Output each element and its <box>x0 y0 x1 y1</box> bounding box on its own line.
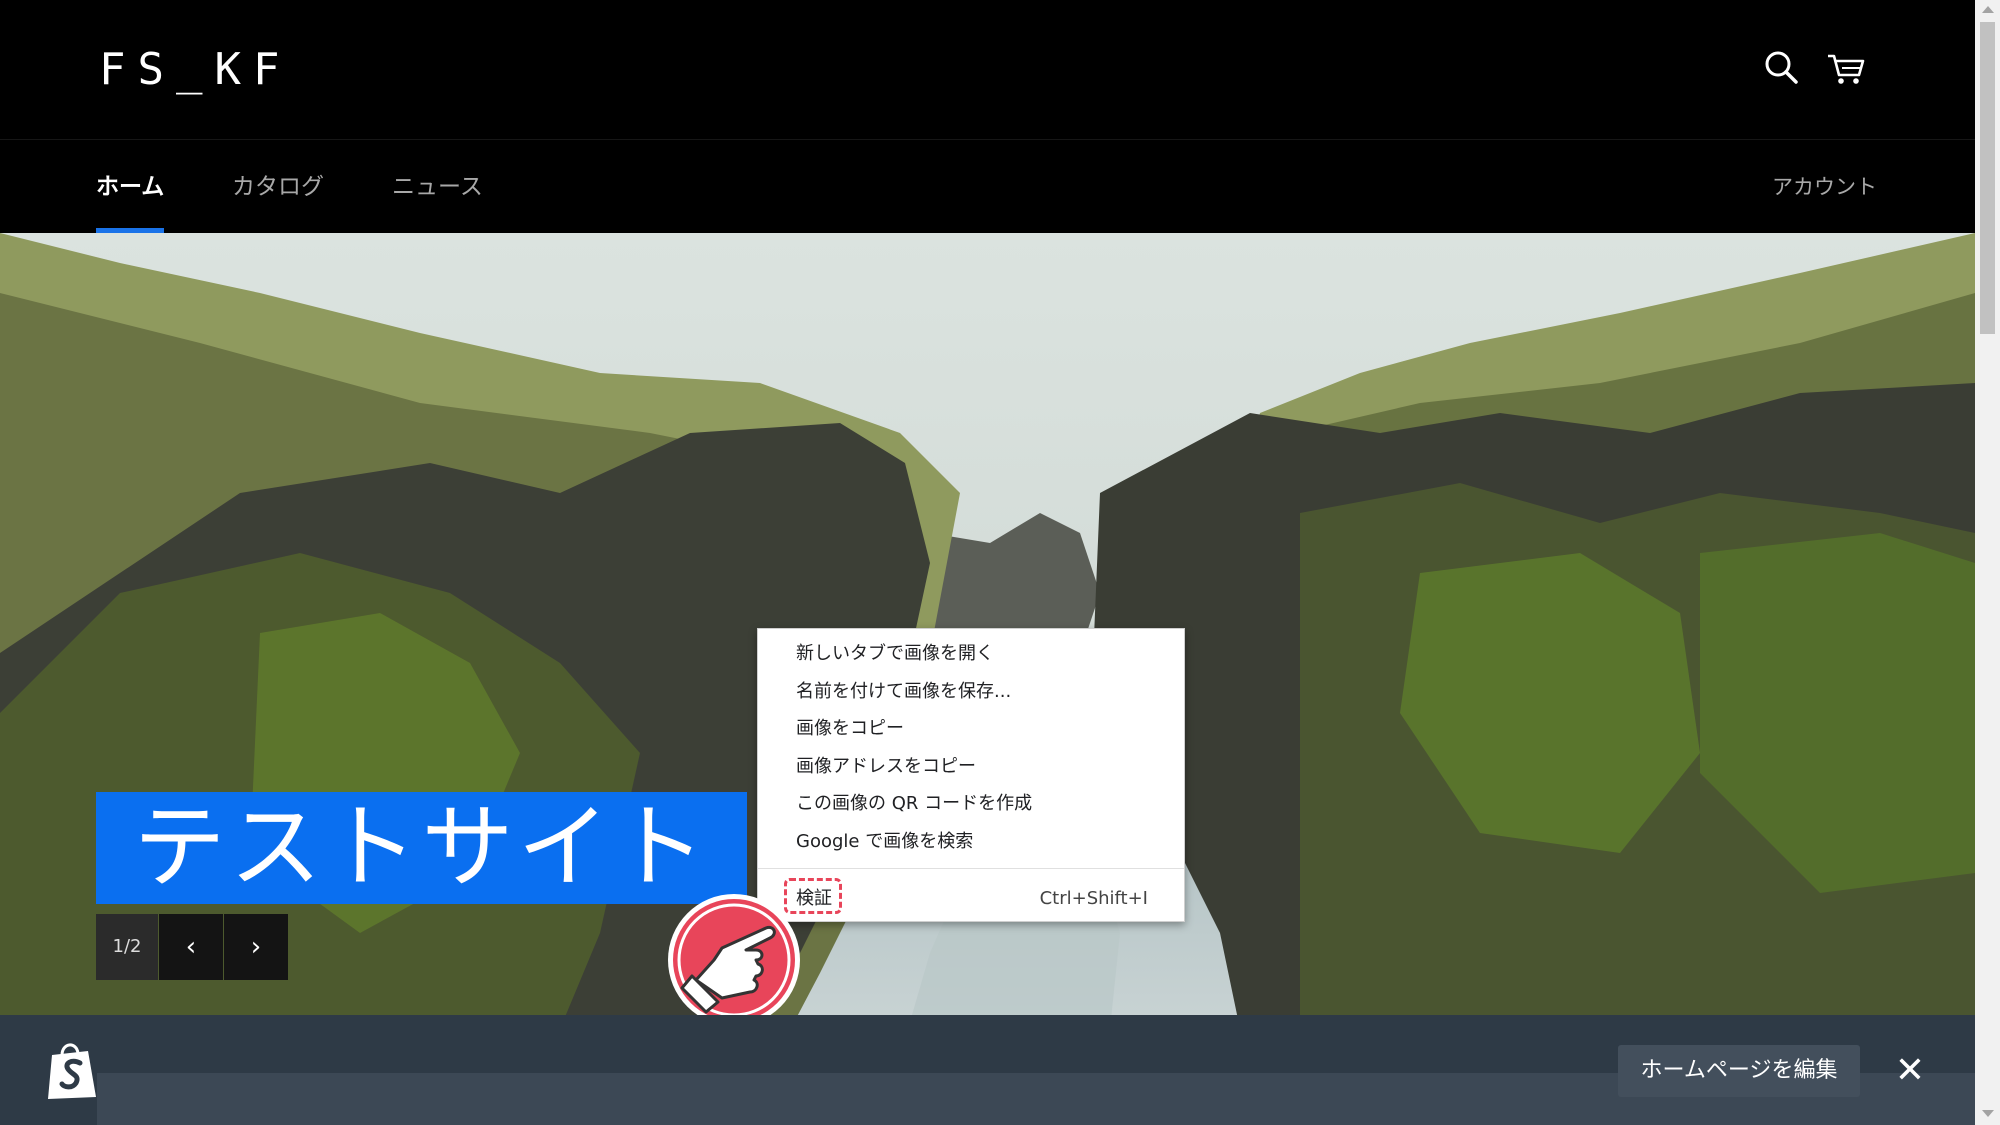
nav-item-catalog[interactable]: カタログ <box>232 170 324 204</box>
ctx-separator <box>758 868 1184 869</box>
cart-icon[interactable] <box>1822 44 1870 92</box>
scroll-up-icon[interactable] <box>1982 6 1994 13</box>
search-icon[interactable] <box>1758 44 1806 92</box>
ctx-inspect-shortcut: Ctrl+Shift+I <box>1039 888 1148 909</box>
chevron-left-icon: ‹ <box>185 932 197 962</box>
slide-next-button[interactable]: › <box>224 914 288 980</box>
ctx-open-image-new-tab[interactable]: 新しいタブで画像を開く <box>796 641 994 667</box>
page: FS_KF ホーム カタログ ニュース アカウント テストサイト 1/2 ‹ ›… <box>0 0 1975 1125</box>
chevron-right-icon: › <box>250 932 262 962</box>
site-header: FS_KF <box>0 0 1975 138</box>
ctx-save-image-as[interactable]: 名前を付けて画像を保存... <box>796 679 1011 705</box>
slide-prev-button[interactable]: ‹ <box>159 914 223 980</box>
vertical-scrollbar[interactable] <box>1975 0 2000 1125</box>
site-logo[interactable]: FS_KF <box>99 40 291 100</box>
main-nav: ホーム カタログ ニュース アカウント <box>0 139 1975 234</box>
slider-controls: 1/2 ‹ › <box>96 914 288 980</box>
ctx-search-image-google[interactable]: Google で画像を検索 <box>796 829 973 855</box>
close-icon[interactable]: ✕ <box>1890 1051 1930 1091</box>
scroll-down-icon[interactable] <box>1982 1110 1994 1117</box>
nav-account-link[interactable]: アカウント <box>1772 170 1877 204</box>
nav-item-news[interactable]: ニュース <box>392 170 483 204</box>
ctx-copy-image-address[interactable]: 画像アドレスをコピー <box>796 754 976 780</box>
shopify-bag-icon[interactable] <box>42 1037 102 1103</box>
shopify-admin-bar: ホームページを編集 ✕ <box>0 1015 1975 1125</box>
nav-item-home[interactable]: ホーム <box>96 170 164 204</box>
pointing-hand-icon <box>662 888 806 1032</box>
ctx-create-qr-code[interactable]: この画像の QR コードを作成 <box>796 791 1032 817</box>
scrollbar-thumb[interactable] <box>1980 22 1995 334</box>
edit-homepage-button[interactable]: ホームページを編集 <box>1618 1045 1860 1097</box>
ctx-copy-image[interactable]: 画像をコピー <box>796 716 904 742</box>
context-menu: 新しいタブで画像を開く 名前を付けて画像を保存... 画像をコピー 画像アドレス… <box>757 628 1185 922</box>
slide-counter: 1/2 <box>96 914 158 980</box>
hero-title: テストサイト <box>96 792 747 904</box>
